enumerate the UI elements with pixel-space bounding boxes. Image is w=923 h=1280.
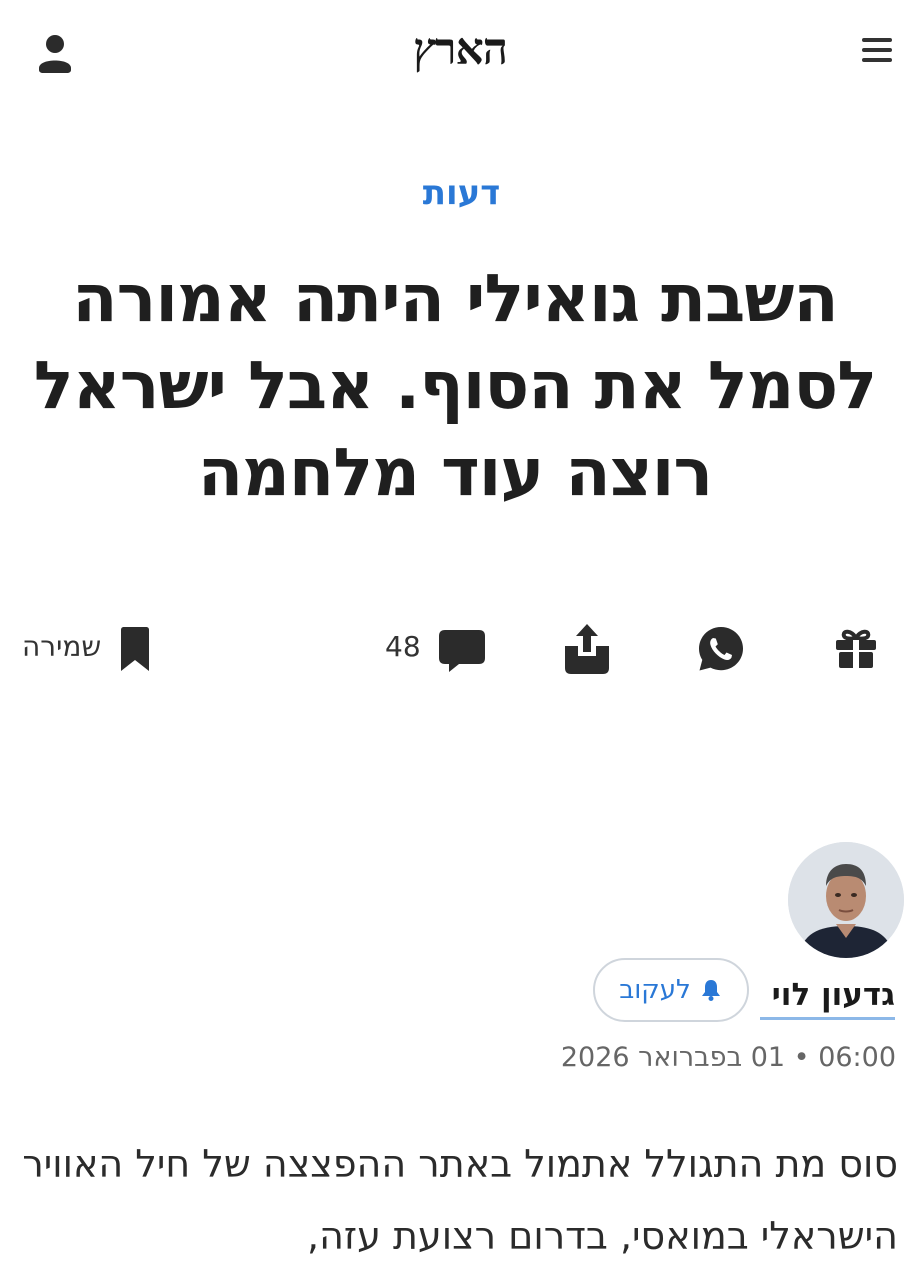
share-button[interactable] [562,622,612,676]
follow-label: לעקוב [619,975,691,1005]
hamburger-menu-icon [862,38,892,42]
user-icon [39,35,71,73]
share-icon [565,624,609,674]
comments-count: 48 [385,630,421,663]
author-avatar[interactable] [788,842,904,958]
account-button[interactable] [35,32,75,76]
publish-timestamp: 06:00 • 01 בפברואר 2026 [560,1042,896,1073]
whatsapp-icon [699,627,743,671]
comment-bubble-icon [439,630,485,672]
whatsapp-share-button[interactable] [696,624,746,674]
section-label[interactable]: דעות [0,168,923,218]
author-photo [788,842,904,958]
bell-icon [701,980,720,1001]
gift-button[interactable] [832,624,880,672]
follow-button[interactable]: לעקוב [593,958,749,1022]
save-label: שמירה [22,630,102,663]
comments-button[interactable]: 48 [385,624,490,678]
menu-button[interactable] [862,30,902,70]
bookmark-icon [121,627,149,671]
author-name[interactable]: גדעון לוי [760,973,895,1020]
save-button[interactable]: שמירה [22,624,157,676]
site-logo[interactable]: הארץ [360,20,560,80]
headline: השבת גואילי היתה אמורה לסמל את הסוף. אבל… [33,260,877,511]
gift-icon [836,629,876,668]
article-body: סוס מת התגולל אתמול באתר ההפצצה של חיל ה… [22,1142,898,1258]
